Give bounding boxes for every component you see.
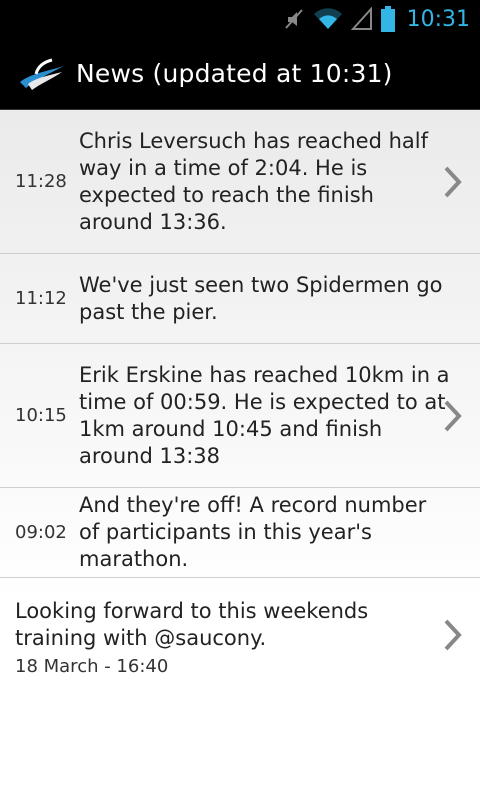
tweet-text: Looking forward to this weekends trainin…	[15, 599, 369, 650]
news-item-time: 11:12	[15, 288, 67, 309]
battery-icon	[380, 6, 395, 32]
signal-icon	[350, 7, 373, 31]
page-title: News (updated at 10:31)	[76, 59, 393, 88]
action-bar: News (updated at 10:31)	[0, 38, 480, 110]
tweet-date: 18 March - 16:40	[15, 656, 169, 677]
chevron-right-icon	[442, 165, 464, 199]
news-item-time: 11:28	[15, 171, 67, 192]
news-item-text: And they're off! A record number of part…	[79, 493, 427, 571]
tweet-item[interactable]: Looking forward to this weekends trainin…	[0, 578, 480, 698]
news-item[interactable]: 11:12 We've just seen two Spidermen go p…	[0, 254, 480, 344]
chevron-right-icon	[442, 399, 464, 433]
news-item[interactable]: 10:15 Erik Erskine has reached 10km in a…	[0, 344, 480, 488]
news-item-text: We've just seen two Spidermen go past th…	[79, 272, 443, 324]
chevron-right-icon	[442, 618, 464, 652]
news-item-time: 10:15	[15, 405, 67, 426]
news-item-text: Erik Erskine has reached 10km in a time …	[79, 362, 450, 468]
news-item[interactable]: 09:02 And they're off! A record number o…	[0, 488, 480, 578]
wifi-icon	[313, 7, 343, 31]
news-item-text: Chris Leversuch has reached half way in …	[79, 128, 429, 234]
news-item-time: 09:02	[15, 522, 67, 543]
clock: 10:31	[406, 6, 470, 32]
news-item[interactable]: 11:28 Chris Leversuch has reached half w…	[0, 110, 480, 254]
status-bar: 10:31	[0, 0, 480, 38]
mute-icon	[283, 8, 305, 30]
news-list: 11:28 Chris Leversuch has reached half w…	[0, 110, 480, 698]
app-logo-icon[interactable]	[18, 54, 66, 94]
